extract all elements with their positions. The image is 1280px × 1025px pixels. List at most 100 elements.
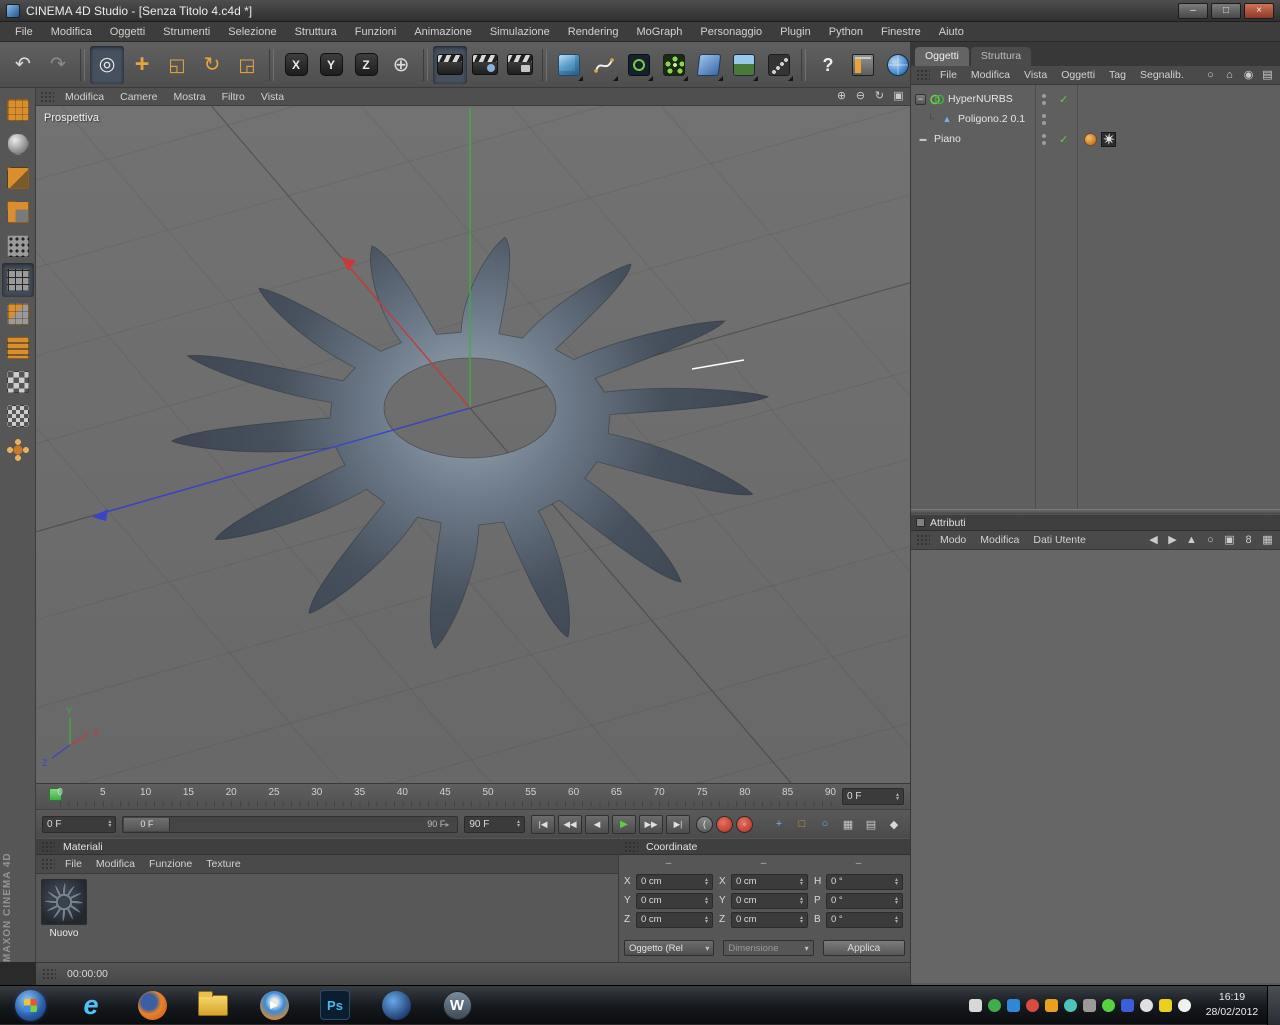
goto-start-button[interactable]: |◀: [531, 815, 555, 834]
move-tool-button[interactable]: +: [125, 46, 159, 84]
attr-menu-modo[interactable]: Modo: [933, 534, 973, 546]
interface-layout-button[interactable]: [846, 46, 880, 84]
minimize-button[interactable]: –: [1178, 3, 1208, 19]
render-settings-button[interactable]: [503, 46, 537, 84]
model-mode-button[interactable]: [2, 127, 34, 161]
record-parameters-button[interactable]: ▦: [838, 815, 858, 833]
drag-handle-icon[interactable]: [916, 534, 930, 546]
apply-button[interactable]: Applica: [823, 940, 905, 956]
add-deformer-button[interactable]: [692, 46, 726, 84]
viewport-camera-rotate-icon[interactable]: ↻: [872, 91, 887, 102]
materials-menu-texture[interactable]: Texture: [199, 858, 247, 870]
tray-icon-9[interactable]: [1121, 999, 1134, 1012]
record-options-button[interactable]: ◦: [736, 816, 753, 833]
menu-plugin[interactable]: Plugin: [771, 26, 820, 38]
coordinate-field[interactable]: 0 °▴▾: [826, 912, 903, 928]
viewport-3d-scene[interactable]: Y X Z: [36, 106, 910, 783]
tray-icon-6[interactable]: [1064, 999, 1077, 1012]
tray-icon-4[interactable]: [1026, 999, 1039, 1012]
coordinate-mode-select[interactable]: Oggetto (Rel ▾: [624, 940, 714, 956]
om-menu-segnalib[interactable]: Segnalib.: [1133, 69, 1191, 81]
materials-menu-modifica[interactable]: Modifica: [89, 858, 142, 870]
tab-oggetti[interactable]: Oggetti: [915, 47, 969, 66]
om-menu-tag[interactable]: Tag: [1102, 69, 1133, 81]
menu-animazione[interactable]: Animazione: [405, 26, 480, 38]
record-pla-button[interactable]: ▤: [861, 815, 881, 833]
tray-icon-2[interactable]: [988, 999, 1001, 1012]
om-panel-icon[interactable]: ▤: [1260, 70, 1275, 81]
visibility-dots[interactable]: [1042, 94, 1046, 105]
attr-grid-icon[interactable]: ▦: [1260, 535, 1275, 546]
animation-mode-button[interactable]: [2, 331, 34, 365]
coordinate-field[interactable]: 0 cm▴▾: [636, 912, 713, 928]
tray-icon-10[interactable]: [1140, 999, 1153, 1012]
drag-handle-icon[interactable]: [41, 858, 55, 870]
timeline-frame-field[interactable]: 0 F ▴▾: [842, 788, 904, 805]
maximize-button[interactable]: □: [1211, 3, 1241, 19]
title-bar[interactable]: CINEMA 4D Studio - [Senza Titolo 4.c4d *…: [0, 0, 1280, 22]
stepper-icon[interactable]: ▴▾: [800, 916, 803, 924]
drag-handle-icon[interactable]: [42, 968, 56, 980]
enabled-check-icon[interactable]: ✓: [1059, 93, 1068, 106]
taskbar-clock[interactable]: 16:19 28/02/2012: [1201, 990, 1267, 1019]
menu-python[interactable]: Python: [820, 26, 872, 38]
materials-header[interactable]: Materiali: [36, 838, 618, 855]
selection-filter-button[interactable]: [2, 433, 34, 467]
drag-handle-icon[interactable]: [41, 841, 55, 853]
object-row-piano[interactable]: ▬Piano✓: [911, 129, 1280, 149]
close-button[interactable]: ×: [1244, 3, 1274, 19]
start-frame-field[interactable]: 0 F ▴▾: [42, 816, 116, 833]
drag-handle-icon[interactable]: [40, 91, 54, 103]
om-eye-icon[interactable]: ◉: [1241, 70, 1256, 81]
taskbar-utorrent[interactable]: [378, 987, 414, 1023]
menu-oggetti[interactable]: Oggetti: [101, 26, 154, 38]
edges-mode-button[interactable]: [2, 263, 34, 297]
add-hypernurbs-button[interactable]: [622, 46, 656, 84]
phong-tag-icon[interactable]: [1084, 133, 1097, 146]
help-button[interactable]: ?: [811, 46, 845, 84]
add-environment-button[interactable]: [727, 46, 761, 84]
points-mode-button[interactable]: [2, 229, 34, 263]
texture-mode-button[interactable]: [2, 195, 34, 229]
om-home-icon[interactable]: ⌂: [1222, 70, 1237, 81]
enabled-check-icon[interactable]: ✓: [1059, 133, 1068, 146]
add-spline-button[interactable]: [587, 46, 621, 84]
lock-y-axis-button[interactable]: Y: [314, 46, 348, 84]
make-editable-button[interactable]: [2, 93, 34, 127]
timeline-range-slider[interactable]: 0 F 90 F ▸: [122, 816, 458, 833]
attr-lock-icon[interactable]: ▣: [1222, 535, 1237, 546]
scale-tool-button[interactable]: ◱: [160, 46, 194, 84]
record-position-button[interactable]: +: [769, 815, 789, 833]
live-selection-button[interactable]: ◎: [90, 46, 124, 84]
menu-selezione[interactable]: Selezione: [219, 26, 285, 38]
coordinate-field[interactable]: 0 °▴▾: [826, 874, 903, 890]
viewport-viewport-toggle-icon[interactable]: ▣: [891, 91, 906, 102]
taskbar-media-player[interactable]: ▶: [256, 987, 292, 1023]
menu-modifica[interactable]: Modifica: [42, 26, 101, 38]
attr-back-icon[interactable]: ◀: [1146, 535, 1161, 546]
stepper-icon[interactable]: ▴▾: [895, 897, 898, 905]
om-menu-oggetti[interactable]: Oggetti: [1054, 69, 1102, 81]
taskbar-internet-explorer[interactable]: e: [73, 987, 109, 1023]
coordinate-system-button[interactable]: ⊕: [384, 46, 418, 84]
tray-icon-11[interactable]: [1159, 999, 1172, 1012]
visibility-dots[interactable]: [1042, 134, 1046, 145]
om-menu-file[interactable]: File: [933, 69, 964, 81]
coordinate-field[interactable]: 0 °▴▾: [826, 893, 903, 909]
object-row-poligono-2-0-1[interactable]: └▲Poligono.2 0.1: [911, 109, 1280, 129]
range-slider-handle[interactable]: 0 F: [124, 818, 170, 831]
attr-search-icon[interactable]: ○: [1203, 535, 1218, 546]
attr-menu-modifica[interactable]: Modifica: [973, 534, 1026, 546]
coordinate-field[interactable]: 0 cm▴▾: [731, 893, 808, 909]
add-array-button[interactable]: [657, 46, 691, 84]
stepper-icon[interactable]: ▴▾: [517, 820, 520, 828]
om-menu-modifica[interactable]: Modifica: [964, 69, 1017, 81]
viewport-menu-camere[interactable]: Camere: [112, 91, 165, 103]
stepper-icon[interactable]: ▴▾: [895, 878, 898, 886]
coordinate-field[interactable]: 0 cm▴▾: [636, 874, 713, 890]
materials-menu-funzione[interactable]: Funzione: [142, 858, 199, 870]
goto-end-button[interactable]: ▶|: [666, 815, 690, 834]
end-frame-field[interactable]: 90 F ▴▾: [464, 816, 525, 833]
tray-icon-12[interactable]: [1178, 999, 1191, 1012]
previous-frame-button[interactable]: ◀: [585, 815, 609, 834]
